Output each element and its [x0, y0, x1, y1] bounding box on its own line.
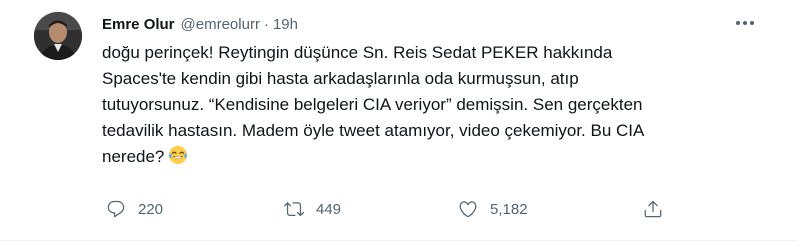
share-button[interactable]: [643, 194, 663, 224]
like-button[interactable]: 5,182: [458, 194, 528, 224]
retweet-icon[interactable]: [284, 199, 304, 219]
like-count: 5,182: [490, 200, 528, 218]
share-icon[interactable]: [643, 199, 663, 219]
tweet-text-line: tedavilik hastasın. Madem öyle tweet ata…: [102, 121, 645, 140]
tweet-text-line: doğu perinçek! Reytingin düşünce Sn. Rei…: [102, 43, 613, 62]
author-handle[interactable]: @emreolurr: [181, 16, 260, 33]
reply-icon[interactable]: [106, 199, 126, 219]
author-name[interactable]: Emre Olur: [102, 16, 175, 33]
timestamp[interactable]: 19h: [273, 16, 298, 33]
retweet-button[interactable]: 449: [284, 194, 341, 224]
reply-count: 220: [138, 200, 164, 218]
more-options-icon[interactable]: [733, 11, 757, 35]
heart-icon[interactable]: [458, 199, 478, 219]
tweet-text-line: Spaces'te kendin gibi hasta arkadaşların…: [102, 69, 579, 88]
avatar[interactable]: [34, 12, 82, 60]
tweet-actions: 220 449 5,182: [102, 194, 702, 224]
tweet[interactable]: Emre Olur @emreolurr · 19h doğu perinçek…: [0, 0, 797, 241]
retweet-count: 449: [316, 200, 342, 218]
tears-of-joy-emoji-icon: [168, 145, 188, 173]
tweet-text-line-last: nerede?: [102, 144, 762, 173]
reply-button[interactable]: 220: [106, 194, 163, 224]
tweet-text: doğu perinçek! Reytingin düşünce Sn. Rei…: [102, 40, 762, 173]
tweet-header: Emre Olur @emreolurr · 19h: [102, 13, 757, 35]
tweet-text-line: nerede?: [102, 147, 165, 166]
separator-dot: ·: [263, 15, 269, 33]
tweet-text-line: tutuyorsunuz. “Kendisine belgeleri CIA v…: [102, 95, 643, 114]
